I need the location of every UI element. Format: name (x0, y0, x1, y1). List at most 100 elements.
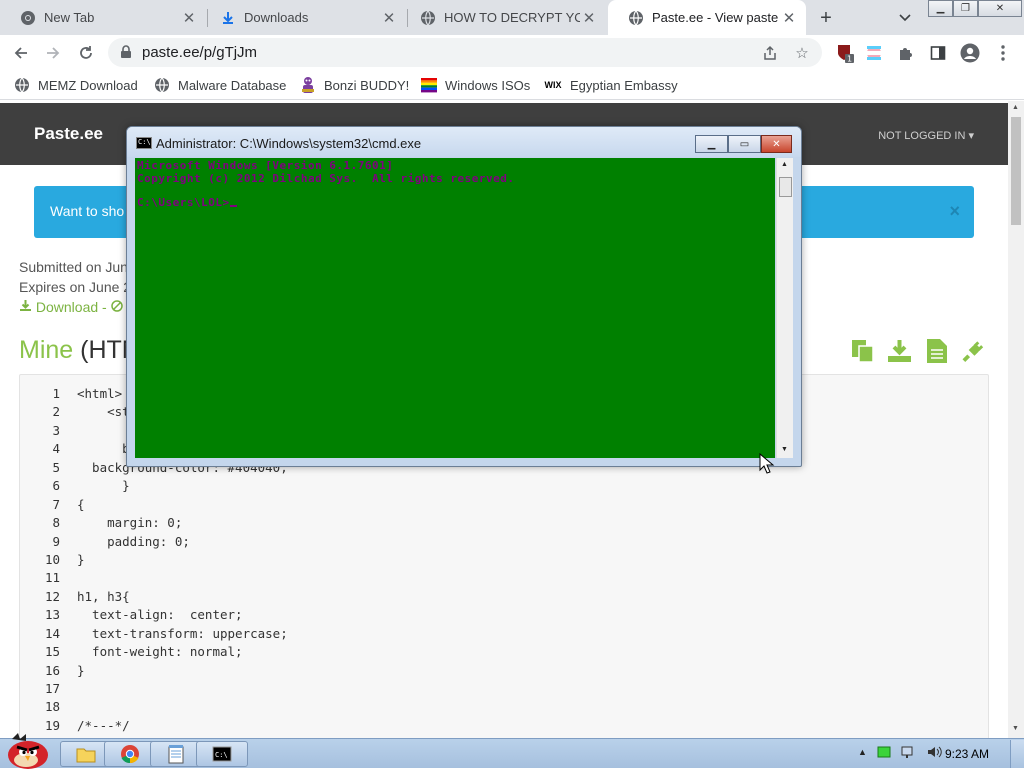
system-tray: ▲ (858, 745, 943, 759)
tab-search-button[interactable] (894, 8, 916, 28)
code-line: } (77, 551, 85, 567)
chrome-menu-icon[interactable] (993, 43, 1013, 63)
start-button[interactable] (4, 731, 50, 769)
bookmark-label: Windows ISOs (445, 77, 531, 93)
bookmark-memz-download[interactable]: MEMZ Download (14, 76, 138, 94)
network-icon[interactable] (901, 745, 917, 759)
tab-paste-ee[interactable]: Paste.ee - View paste gTjJm ✕ (608, 0, 806, 35)
lock-icon[interactable] (120, 45, 132, 64)
cmd-window[interactable]: C:\ Administrator: C:\Windows\system32\c… (126, 126, 802, 467)
globe-icon (628, 10, 644, 26)
alert-close-button[interactable]: × (949, 201, 960, 222)
scroll-up-arrow-icon[interactable]: ▲ (781, 161, 788, 168)
bookmark-label: Egyptian Embassy (570, 77, 678, 93)
forward-button[interactable] (40, 40, 66, 66)
show-desktop-button[interactable] (1010, 740, 1024, 768)
close-icon[interactable]: ✕ (780, 9, 798, 27)
cmd-minimize-button[interactable]: ▁ (695, 135, 728, 153)
cmd-title: Administrator: C:\Windows\system32\cmd.e… (156, 136, 422, 151)
submitted-date: Submitted on Jun (19, 259, 128, 275)
code-line: h1, h3{ (77, 588, 130, 604)
close-icon[interactable]: ✕ (380, 9, 398, 27)
address-bar[interactable]: paste.ee/p/gTjJm ☆ (108, 38, 822, 67)
code-line: font-weight: normal; (77, 644, 243, 660)
angry-bird-start-icon (8, 733, 48, 769)
line-number: 13 (44, 607, 60, 623)
scroll-up-arrow-icon[interactable]: ▲ (1012, 104, 1019, 111)
close-window-button[interactable]: ✕ (978, 0, 1022, 17)
scrollbar-thumb[interactable] (1011, 117, 1021, 225)
line-number: 2 (52, 404, 60, 420)
line-number: 9 (52, 533, 60, 549)
chrome-globe-icon (20, 10, 36, 26)
download-link[interactable]: Download - (19, 299, 123, 315)
console-prompt: C:\Users\LOL> (137, 196, 230, 209)
raw-file-icon[interactable] (924, 337, 949, 364)
volume-icon[interactable] (927, 745, 943, 759)
embed-plug-icon[interactable] (961, 337, 986, 364)
bookmark-star-icon[interactable]: ☆ (792, 43, 812, 63)
code-line: } (77, 478, 130, 494)
page-scrollbar[interactable]: ▲ ▼ (1008, 101, 1024, 738)
window-controls: ▁ ❐ ✕ (928, 0, 1024, 18)
bookmark-malware-database[interactable]: Malware Database (154, 76, 286, 94)
tray-expand-icon[interactable]: ▲ (858, 747, 867, 757)
taskbar-notepad[interactable] (150, 741, 202, 767)
tab-how-to-decrypt[interactable]: HOW TO DECRYPT YOUR FILES ✕ (400, 0, 606, 35)
line-number: 18 (44, 699, 60, 715)
side-panel-icon[interactable] (928, 43, 948, 63)
cmd-scrollbar[interactable]: ▲ ▼ (776, 158, 793, 458)
bookmark-label: Bonzi BUDDY! (324, 77, 410, 93)
download-icon[interactable] (887, 337, 912, 364)
profile-avatar-icon[interactable] (960, 43, 980, 63)
url-text: paste.ee/p/gTjJm (142, 44, 258, 61)
cmd-title-bar[interactable]: C:\ Administrator: C:\Windows\system32\c… (127, 127, 801, 157)
mouse-pointer-icon (759, 452, 775, 474)
taskbar-clock[interactable]: 9:23 AM (945, 747, 989, 761)
scroll-down-arrow-icon[interactable]: ▼ (781, 446, 788, 453)
taskbar-cmd[interactable]: C:\ (196, 741, 248, 767)
taskbar-chrome[interactable] (104, 741, 156, 767)
cmd-scrollbar-thumb[interactable] (779, 177, 792, 197)
bookmark-bonzi-buddy[interactable]: Bonzi BUDDY! (300, 76, 409, 94)
folder-icon (76, 748, 96, 763)
scroll-down-arrow-icon[interactable]: ▼ (1012, 725, 1019, 732)
console-version-line: Microsoft Windows [Version 6.1.7601] (137, 159, 394, 172)
close-icon[interactable]: ✕ (580, 9, 598, 27)
cmd-maximize-button[interactable]: ▭ (728, 135, 761, 153)
minimize-button[interactable]: ▁ (928, 0, 953, 17)
reload-button[interactable] (73, 40, 99, 66)
extension-shield-icon[interactable]: 1 (835, 43, 855, 63)
new-tab-button[interactable]: + (814, 6, 838, 30)
line-number: 7 (52, 496, 60, 512)
console-output[interactable]: Microsoft Windows [Version 6.1.7601] Cop… (135, 158, 775, 458)
code-line: margin: 0; (77, 515, 183, 531)
extension-badge-count: 1 (847, 55, 852, 64)
code-line: /*---*/ (77, 717, 130, 733)
tab-new-tab[interactable]: New Tab ✕ (0, 0, 206, 35)
back-button[interactable] (8, 40, 34, 66)
auth-dropdown[interactable]: NOT LOGGED IN ▾ (878, 129, 974, 142)
bookmark-egyptian-embassy[interactable]: WIX Egyptian Embassy (544, 76, 678, 94)
cmd-close-button[interactable]: ✕ (761, 135, 792, 153)
tab-downloads[interactable]: Downloads ✕ (200, 0, 406, 35)
bookmark-label: MEMZ Download (38, 77, 138, 93)
share-icon[interactable] (760, 43, 780, 63)
site-brand[interactable]: Paste.ee (34, 124, 103, 144)
extensions-puzzle-icon[interactable] (896, 43, 916, 63)
globe-icon (420, 10, 436, 26)
copy-icon[interactable] (850, 337, 875, 364)
extension-flag-icon[interactable] (864, 43, 884, 63)
restore-button[interactable]: ❐ (953, 0, 978, 17)
expires-date: Expires on June 2 (19, 279, 132, 295)
bookmark-windows-isos[interactable]: Windows ISOs (421, 76, 530, 94)
close-icon[interactable]: ✕ (180, 9, 198, 27)
cmd-window-controls: ▁ ▭ ✕ (695, 135, 792, 153)
tab-label: Downloads (244, 10, 309, 25)
download-link-label: Download - (35, 299, 107, 315)
battery-power-icon[interactable] (877, 746, 891, 758)
line-number: 16 (44, 662, 60, 678)
console-prompt-line: C:\Users\LOL> (137, 196, 237, 209)
